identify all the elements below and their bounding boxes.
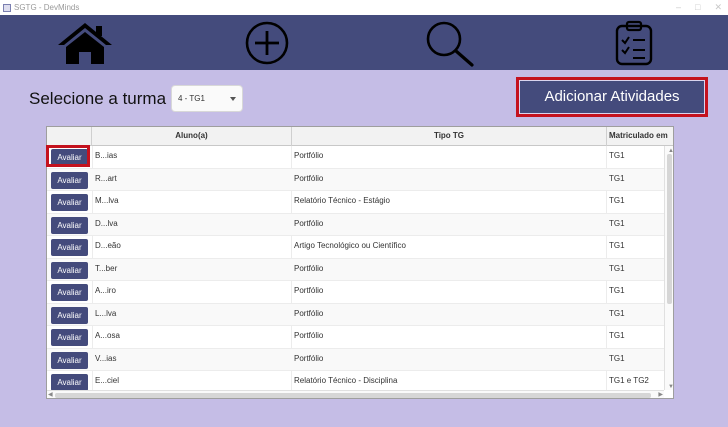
avaliar-cell: Avaliar xyxy=(47,191,92,213)
turma-label: Selecione a turma xyxy=(29,89,167,108)
avaliar-button[interactable]: Avaliar xyxy=(51,261,88,279)
horizontal-scrollbar[interactable]: ◀ ▶ xyxy=(47,390,664,398)
minimize-icon[interactable]: – xyxy=(676,0,681,15)
table-row[interactable]: Avaliar R...art Portfólio TG1 xyxy=(47,168,664,191)
header-aluno[interactable]: Aluno(a) xyxy=(92,127,292,146)
students-table: Aluno(a) Tipo TG Matriculado em Avaliar B… xyxy=(46,126,674,399)
aluno-cell: L...lva xyxy=(95,308,117,318)
avaliar-button[interactable]: Avaliar xyxy=(51,149,88,166)
avaliar-cell: Avaliar xyxy=(47,169,92,191)
horizontal-scroll-thumb[interactable] xyxy=(55,393,651,398)
tipo-cell: Portfólio xyxy=(294,286,324,295)
table-row[interactable]: Avaliar A...iro Portfólio TG1 xyxy=(47,281,664,304)
add-activities-button[interactable]: Adicionar Atividades xyxy=(520,81,704,113)
top-navbar xyxy=(0,15,728,70)
window-controls: – □ ✕ xyxy=(676,0,722,15)
table-row[interactable]: Avaliar V...ias Portfólio TG1 xyxy=(47,348,664,371)
aluno-cell: V...ias xyxy=(95,353,117,363)
avaliar-cell: Avaliar xyxy=(47,214,92,236)
tipo-cell: Portfólio xyxy=(294,218,324,228)
avaliar-cell: Avaliar xyxy=(47,146,92,168)
aluno-cell: D...lva xyxy=(95,218,118,228)
avaliar-button[interactable]: Avaliar xyxy=(51,216,88,234)
matriculado-cell: TG1 xyxy=(609,308,625,318)
header-matriculado[interactable]: Matriculado em xyxy=(607,127,673,146)
aluno-cell: A...iro xyxy=(95,286,116,295)
avaliar-button[interactable]: Avaliar xyxy=(51,171,88,189)
matriculado-cell: TG1 xyxy=(609,286,625,295)
app-window-icon xyxy=(3,3,11,12)
close-icon[interactable]: ✕ xyxy=(714,0,722,15)
aluno-cell: A...osa xyxy=(95,331,120,340)
avaliar-button[interactable]: Avaliar xyxy=(51,306,88,324)
chevron-down-icon xyxy=(230,97,236,101)
search-icon xyxy=(426,21,474,67)
table-row[interactable]: Avaliar T...ber Portfólio TG1 xyxy=(47,258,664,281)
home-icon xyxy=(58,23,112,64)
nav-search-button[interactable] xyxy=(420,19,480,67)
avaliar-button[interactable]: Avaliar xyxy=(51,284,88,301)
clipboard-checklist-icon xyxy=(615,20,653,66)
turma-selected-value: 4 - TG1 xyxy=(178,94,205,103)
plus-circle-icon xyxy=(245,21,289,65)
scroll-left-icon[interactable]: ◀ xyxy=(48,391,53,398)
avaliar-cell: Avaliar xyxy=(47,304,92,326)
vertical-scrollbar[interactable]: ▲ ▼ xyxy=(664,146,673,390)
matriculado-cell: TG1 xyxy=(609,263,625,273)
table-body: Avaliar B...ias Portfólio TG1 Avaliar R...art… xyxy=(47,146,664,394)
matriculado-cell: TG1 xyxy=(609,241,625,250)
aluno-cell: B...ias xyxy=(95,151,118,160)
avaliar-cell: Avaliar xyxy=(47,236,92,258)
vertical-scroll-thumb[interactable] xyxy=(667,154,672,304)
tipo-cell: Portfólio xyxy=(294,151,324,160)
tipo-cell: Portfólio xyxy=(294,173,324,183)
aluno-cell: D...eão xyxy=(95,241,121,250)
aluno-cell: M...lva xyxy=(95,196,119,205)
scroll-down-icon[interactable]: ▼ xyxy=(668,384,673,390)
tipo-cell: Relatório Técnico - Estágio xyxy=(294,196,390,205)
nav-clipboard-button[interactable] xyxy=(604,19,664,67)
maximize-icon[interactable]: □ xyxy=(695,0,700,15)
avaliar-cell: Avaliar xyxy=(47,259,92,281)
avaliar-button[interactable]: Avaliar xyxy=(51,194,88,211)
avaliar-cell: Avaliar xyxy=(47,281,92,303)
scroll-right-icon[interactable]: ▶ xyxy=(658,391,663,398)
avaliar-cell: Avaliar xyxy=(47,349,92,371)
nav-home-button[interactable] xyxy=(55,19,115,67)
aluno-cell: T...ber xyxy=(95,263,118,273)
turma-select[interactable]: 4 - TG1 xyxy=(171,85,243,112)
header-tipo[interactable]: Tipo TG xyxy=(292,127,607,146)
matriculado-cell: TG1 xyxy=(609,331,625,340)
table-row[interactable]: Avaliar D...eão Artigo Tecnológico ou Cien… xyxy=(47,236,664,259)
avaliar-button[interactable]: Avaliar xyxy=(51,239,88,256)
tipo-cell: Portfólio xyxy=(294,353,324,363)
avaliar-button[interactable]: Avaliar xyxy=(51,329,88,346)
tipo-cell: Portfólio xyxy=(294,331,324,340)
header-action xyxy=(47,127,92,146)
matriculado-cell: TG1 xyxy=(609,218,625,228)
table-header: Aluno(a) Tipo TG Matriculado em xyxy=(47,127,673,146)
matriculado-cell: TG1 xyxy=(609,173,625,183)
avaliar-cell: Avaliar xyxy=(47,326,92,348)
table-row[interactable]: Avaliar M...lva Relatório Técnico - Estági… xyxy=(47,191,664,214)
tipo-cell: Portfólio xyxy=(294,308,324,318)
matriculado-cell: TG1 xyxy=(609,353,625,363)
tipo-cell: Portfólio xyxy=(294,263,324,273)
avaliar-button[interactable]: Avaliar xyxy=(51,351,88,369)
table-row[interactable]: Avaliar B...ias Portfólio TG1 xyxy=(47,146,664,169)
window-title: SGTG - DevMinds xyxy=(14,3,80,12)
table-row[interactable]: Avaliar D...lva Portfólio TG1 xyxy=(47,213,664,236)
matriculado-cell: TG1 xyxy=(609,196,625,205)
tipo-cell: Artigo Tecnológico ou Científico xyxy=(294,241,406,250)
nav-add-button[interactable] xyxy=(237,19,297,67)
window-titlebar: SGTG - DevMinds – □ ✕ xyxy=(0,0,728,15)
avaliar-button[interactable]: Avaliar xyxy=(51,374,88,391)
matriculado-cell: TG1 xyxy=(609,151,625,160)
table-row[interactable]: Avaliar A...osa Portfólio TG1 xyxy=(47,326,664,349)
table-row[interactable]: Avaliar L...lva Portfólio TG1 xyxy=(47,303,664,326)
aluno-cell: R...art xyxy=(95,173,117,183)
